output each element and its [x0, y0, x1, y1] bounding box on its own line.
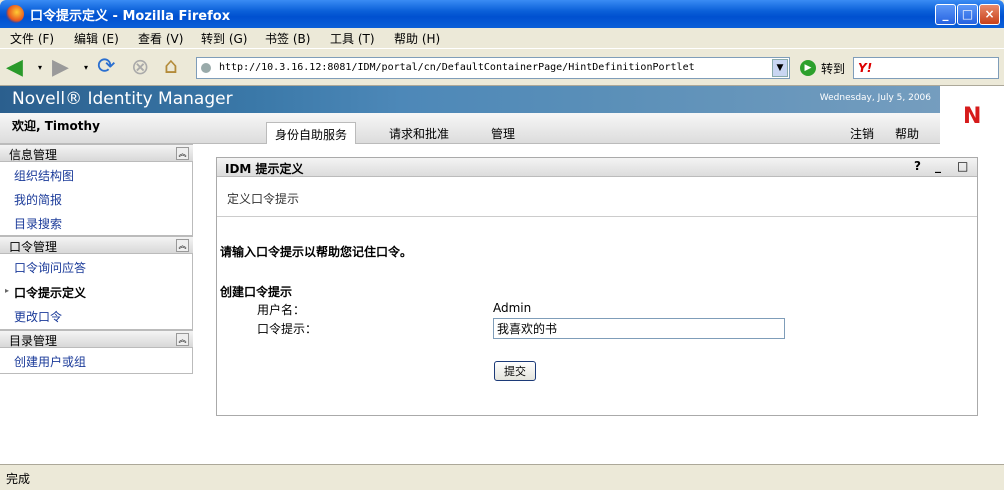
novell-logo: N — [963, 104, 982, 129]
sidebar-item-create-user-or-group[interactable]: 创建用户或组 — [14, 353, 86, 370]
status-text: 完成 — [6, 472, 31, 486]
close-button[interactable]: × — [979, 4, 1000, 25]
username-label: 用户名： — [257, 303, 306, 317]
status-bar: 完成 — [0, 464, 1004, 490]
sidebar-item-hint-definition[interactable]: 口令提示定义 — [14, 284, 86, 301]
sidebar-item-challenge-response[interactable]: 口令询问应答 — [14, 259, 86, 276]
sidebar-section-items: 口令询问应答 ▸ 口令提示定义 更改口令 — [0, 254, 193, 330]
menu-view[interactable]: 查看 (V) — [138, 30, 183, 47]
welcome-text: 欢迎, Timothy — [12, 119, 100, 133]
logout-link[interactable]: 注销 — [850, 125, 874, 142]
maximize-icon[interactable]: □ — [957, 159, 968, 173]
sidebar-item-org-chart[interactable]: 组织结构图 — [14, 167, 74, 184]
sidebar-section-title: 目录管理 — [9, 334, 58, 348]
stop-icon[interactable]: ⊗ — [131, 55, 149, 80]
yahoo-search-icon[interactable]: Y! — [858, 61, 872, 75]
hint-input[interactable] — [493, 318, 785, 339]
firefox-icon — [6, 5, 24, 23]
sidebar-section-title: 口令管理 — [9, 240, 58, 254]
portlet-title: IDM 提示定义 — [225, 162, 304, 176]
sidebar-section-items: 创建用户或组 — [0, 348, 193, 374]
back-icon[interactable]: ◀ — [6, 55, 23, 80]
collapse-icon[interactable]: ︽ — [176, 333, 189, 346]
minimize-icon[interactable]: _ — [935, 159, 941, 173]
help-link[interactable]: 帮助 — [895, 125, 919, 142]
divider — [217, 216, 977, 217]
minimize-button[interactable]: _ — [935, 4, 956, 25]
forward-dropdown-icon[interactable]: ▾ — [84, 63, 88, 72]
tab-administration[interactable]: 管理 — [483, 122, 523, 144]
page-content: Novell® Identity Manager Wednesday, July… — [0, 86, 1004, 464]
search-box[interactable]: Y! — [853, 57, 999, 79]
menu-bar: 文件 (F) 编辑 (E) 查看 (V) 转到 (G) 书签 (B) 工具 (T… — [0, 28, 1004, 47]
menu-go[interactable]: 转到 (G) — [201, 30, 247, 47]
instructions-text: 请输入口令提示以帮助您记住口令。 — [220, 245, 413, 259]
maximize-button[interactable]: □ — [957, 4, 978, 25]
url-bar[interactable]: http://10.3.16.12:8081/IDM/portal/cn/Def… — [196, 57, 790, 79]
tab-requests-approvals[interactable]: 请求和批准 — [381, 122, 457, 144]
window-titlebar: 口令提示定义 - Mozilla Firefox _ □ × — [0, 0, 1004, 28]
portlet-header: IDM 提示定义 ? _ □ — [217, 158, 977, 177]
collapse-icon[interactable]: ︽ — [176, 239, 189, 252]
current-item-bullet-icon: ▸ — [5, 286, 10, 295]
page-icon — [201, 63, 211, 73]
sidebar-section-items: 组织结构图 我的简报 目录搜索 — [0, 162, 193, 236]
sidebar-section-password-management[interactable]: 口令管理 ︽ — [0, 236, 193, 254]
portlet-subtitle: 定义口令提示 — [227, 192, 300, 206]
nav-toolbar: ◀ ▾ ▶ ▾ ⟳ ⊗ ⌂ http://10.3.16.12:8081/IDM… — [0, 48, 1004, 86]
sidebar-section-directory-management[interactable]: 目录管理 ︽ — [0, 330, 193, 348]
reload-icon[interactable]: ⟳ — [97, 54, 115, 79]
menu-bookmarks[interactable]: 书签 (B) — [265, 30, 310, 47]
main-nav: 欢迎, Timothy 身份自助服务 请求和批准 管理 注销 帮助 — [0, 113, 940, 144]
sidebar-item-directory-search[interactable]: 目录搜索 — [14, 215, 62, 232]
product-name: Novell® Identity Manager — [12, 89, 233, 109]
menu-help[interactable]: 帮助 (H) — [394, 30, 440, 47]
hint-definition-portlet: IDM 提示定义 ? _ □ 定义口令提示 请输入口令提示以帮助您记住口令。 创… — [216, 157, 978, 416]
go-button[interactable]: 转到 — [821, 60, 845, 77]
back-dropdown-icon[interactable]: ▾ — [38, 63, 42, 72]
menu-edit[interactable]: 编辑 (E) — [74, 30, 119, 47]
menu-tools[interactable]: 工具 (T) — [330, 30, 375, 47]
sidebar-item-my-profile[interactable]: 我的简报 — [14, 191, 62, 208]
hint-label: 口令提示： — [257, 322, 318, 336]
menu-file[interactable]: 文件 (F) — [10, 30, 54, 47]
username-value: Admin — [493, 301, 532, 315]
submit-button[interactable]: 提交 — [494, 361, 536, 381]
header-date: Wednesday, July 5, 2006 — [819, 93, 931, 103]
home-icon[interactable]: ⌂ — [164, 54, 178, 79]
section-heading: 创建口令提示 — [220, 285, 293, 299]
sidebar: 信息管理 ︽ 组织结构图 我的简报 目录搜索 口令管理 ︽ 口令询问应答 ▸ 口… — [0, 144, 193, 374]
header-banner: Novell® Identity Manager Wednesday, July… — [0, 86, 1004, 113]
collapse-icon[interactable]: ︽ — [176, 147, 189, 160]
forward-icon[interactable]: ▶ — [52, 55, 69, 80]
tab-identity-self-service[interactable]: 身份自助服务 — [266, 122, 357, 144]
window-title: 口令提示定义 - Mozilla Firefox — [30, 9, 231, 24]
sidebar-section-info-management[interactable]: 信息管理 ︽ — [0, 144, 193, 162]
url-text: http://10.3.16.12:8081/IDM/portal/cn/Def… — [219, 62, 695, 73]
help-icon[interactable]: ? — [914, 159, 921, 173]
go-icon[interactable]: ▶ — [800, 60, 816, 76]
sidebar-section-title: 信息管理 — [9, 148, 58, 162]
url-dropdown-icon[interactable]: ▼ — [772, 59, 788, 77]
sidebar-item-change-password[interactable]: 更改口令 — [14, 308, 62, 325]
